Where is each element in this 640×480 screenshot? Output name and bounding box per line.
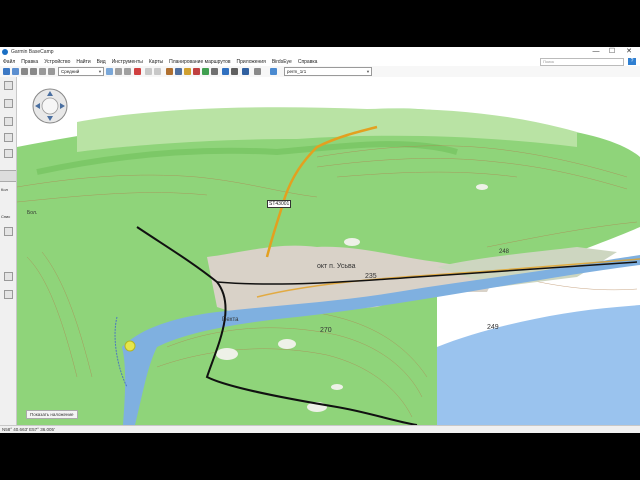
undo-icon[interactable] [145,68,152,75]
sidebar-help-icon[interactable] [4,290,13,299]
minimize-button[interactable]: — [588,47,604,57]
device-icon[interactable] [106,68,113,75]
status-coordinates: N58° 40.663' E57° 36.005' [2,427,55,432]
menu-device[interactable]: Устройство [41,59,73,65]
measure-tool-icon[interactable] [211,68,218,75]
menu-tools[interactable]: Инструменты [109,59,146,65]
route-tool-icon[interactable] [193,68,200,75]
send-icon[interactable] [115,68,122,75]
options-icon[interactable] [254,68,261,75]
status-bar: N58° 40.663' E57° 36.005' [0,425,640,433]
elevation-270: 270 [320,327,332,334]
elevation-235: 235 [365,273,377,280]
sidebar-settings-icon[interactable] [4,272,13,281]
title-bar: Garmin BaseCamp — ☐ ✕ [0,47,640,57]
sidebar-expand-icon[interactable] [4,117,13,126]
receive-icon[interactable] [124,68,131,75]
app-window: Garmin BaseCamp — ☐ ✕ Файл Правка Устрой… [0,47,640,433]
zoom-in-icon[interactable] [30,68,37,75]
menu-route-planning[interactable]: Планирование маршрутов [166,59,233,65]
menu-edit[interactable]: Правка [18,59,41,65]
help-icon[interactable]: ? [628,58,636,65]
delete-icon[interactable] [134,68,141,75]
zoom-out-icon[interactable] [21,68,28,75]
elevation-248: 248 [499,249,510,255]
village-label: Пехта [222,317,239,323]
sidebar-label-2: Спис [1,214,11,219]
sidebar-device-icon[interactable] [4,99,13,108]
navigation-control[interactable] [30,86,70,126]
place-label: окт п. Усьва [317,263,356,270]
sidebar-tool-icon[interactable] [4,227,13,236]
profile-icon[interactable] [222,68,229,75]
fit-icon[interactable] [39,68,46,75]
menu-maps[interactable]: Карты [146,59,166,65]
search-input[interactable]: Поиск [540,58,624,66]
waypoint-marker[interactable] [124,340,136,352]
menu-find[interactable]: Найти [73,59,93,65]
menu-bar: Файл Правка Устройство Найти Вид Инструм… [0,57,640,66]
hand-tool-icon[interactable] [166,68,173,75]
nav-center[interactable] [41,97,59,115]
menu-birdseye[interactable]: BirdsEye [269,59,295,65]
profile-type-icon[interactable] [270,68,277,75]
map-detail-select[interactable]: Средний ▼ [58,67,104,76]
menu-apps[interactable]: Приложения [234,59,269,65]
map-3d-view[interactable]: ST43001 окт п. Усьва Пехта Бол. 235 248 … [17,77,640,425]
menu-file[interactable]: Файл [0,59,18,65]
sidebar-label-1: Кол [1,187,8,192]
map-view-icon[interactable] [3,68,10,75]
3d-view-icon[interactable] [12,68,19,75]
close-button[interactable]: ✕ [621,47,637,57]
maximize-button[interactable]: ☐ [604,47,620,57]
sidebar-collapse-tab[interactable] [0,170,16,182]
menu-help[interactable]: Справка [295,59,321,65]
profile-select[interactable]: perm_1r1 ▼ [284,67,372,76]
window-title: Garmin BaseCamp [11,49,54,55]
menu-view[interactable]: Вид [94,59,109,65]
terrain-svg[interactable] [17,77,640,425]
app-icon [2,49,8,55]
select-tool-icon[interactable] [175,68,182,75]
sidebar-filter-icon[interactable] [4,149,13,158]
route-label[interactable]: ST43001 [267,200,292,208]
elevation-249: 249 [487,324,499,331]
left-place-label: Бол. [27,210,38,216]
zoom-area-icon[interactable] [48,68,55,75]
activity-icon[interactable] [242,68,249,75]
sidebar-list-icon[interactable] [4,133,13,142]
show-overlay-button[interactable]: Показать наложение [26,410,78,419]
edit-icon[interactable] [231,68,238,75]
track-tool-icon[interactable] [202,68,209,75]
sidebar-library-icon[interactable] [4,81,13,90]
left-sidebar: Кол Спис [0,77,17,425]
redo-icon[interactable] [154,68,161,75]
waypoint-tool-icon[interactable] [184,68,191,75]
